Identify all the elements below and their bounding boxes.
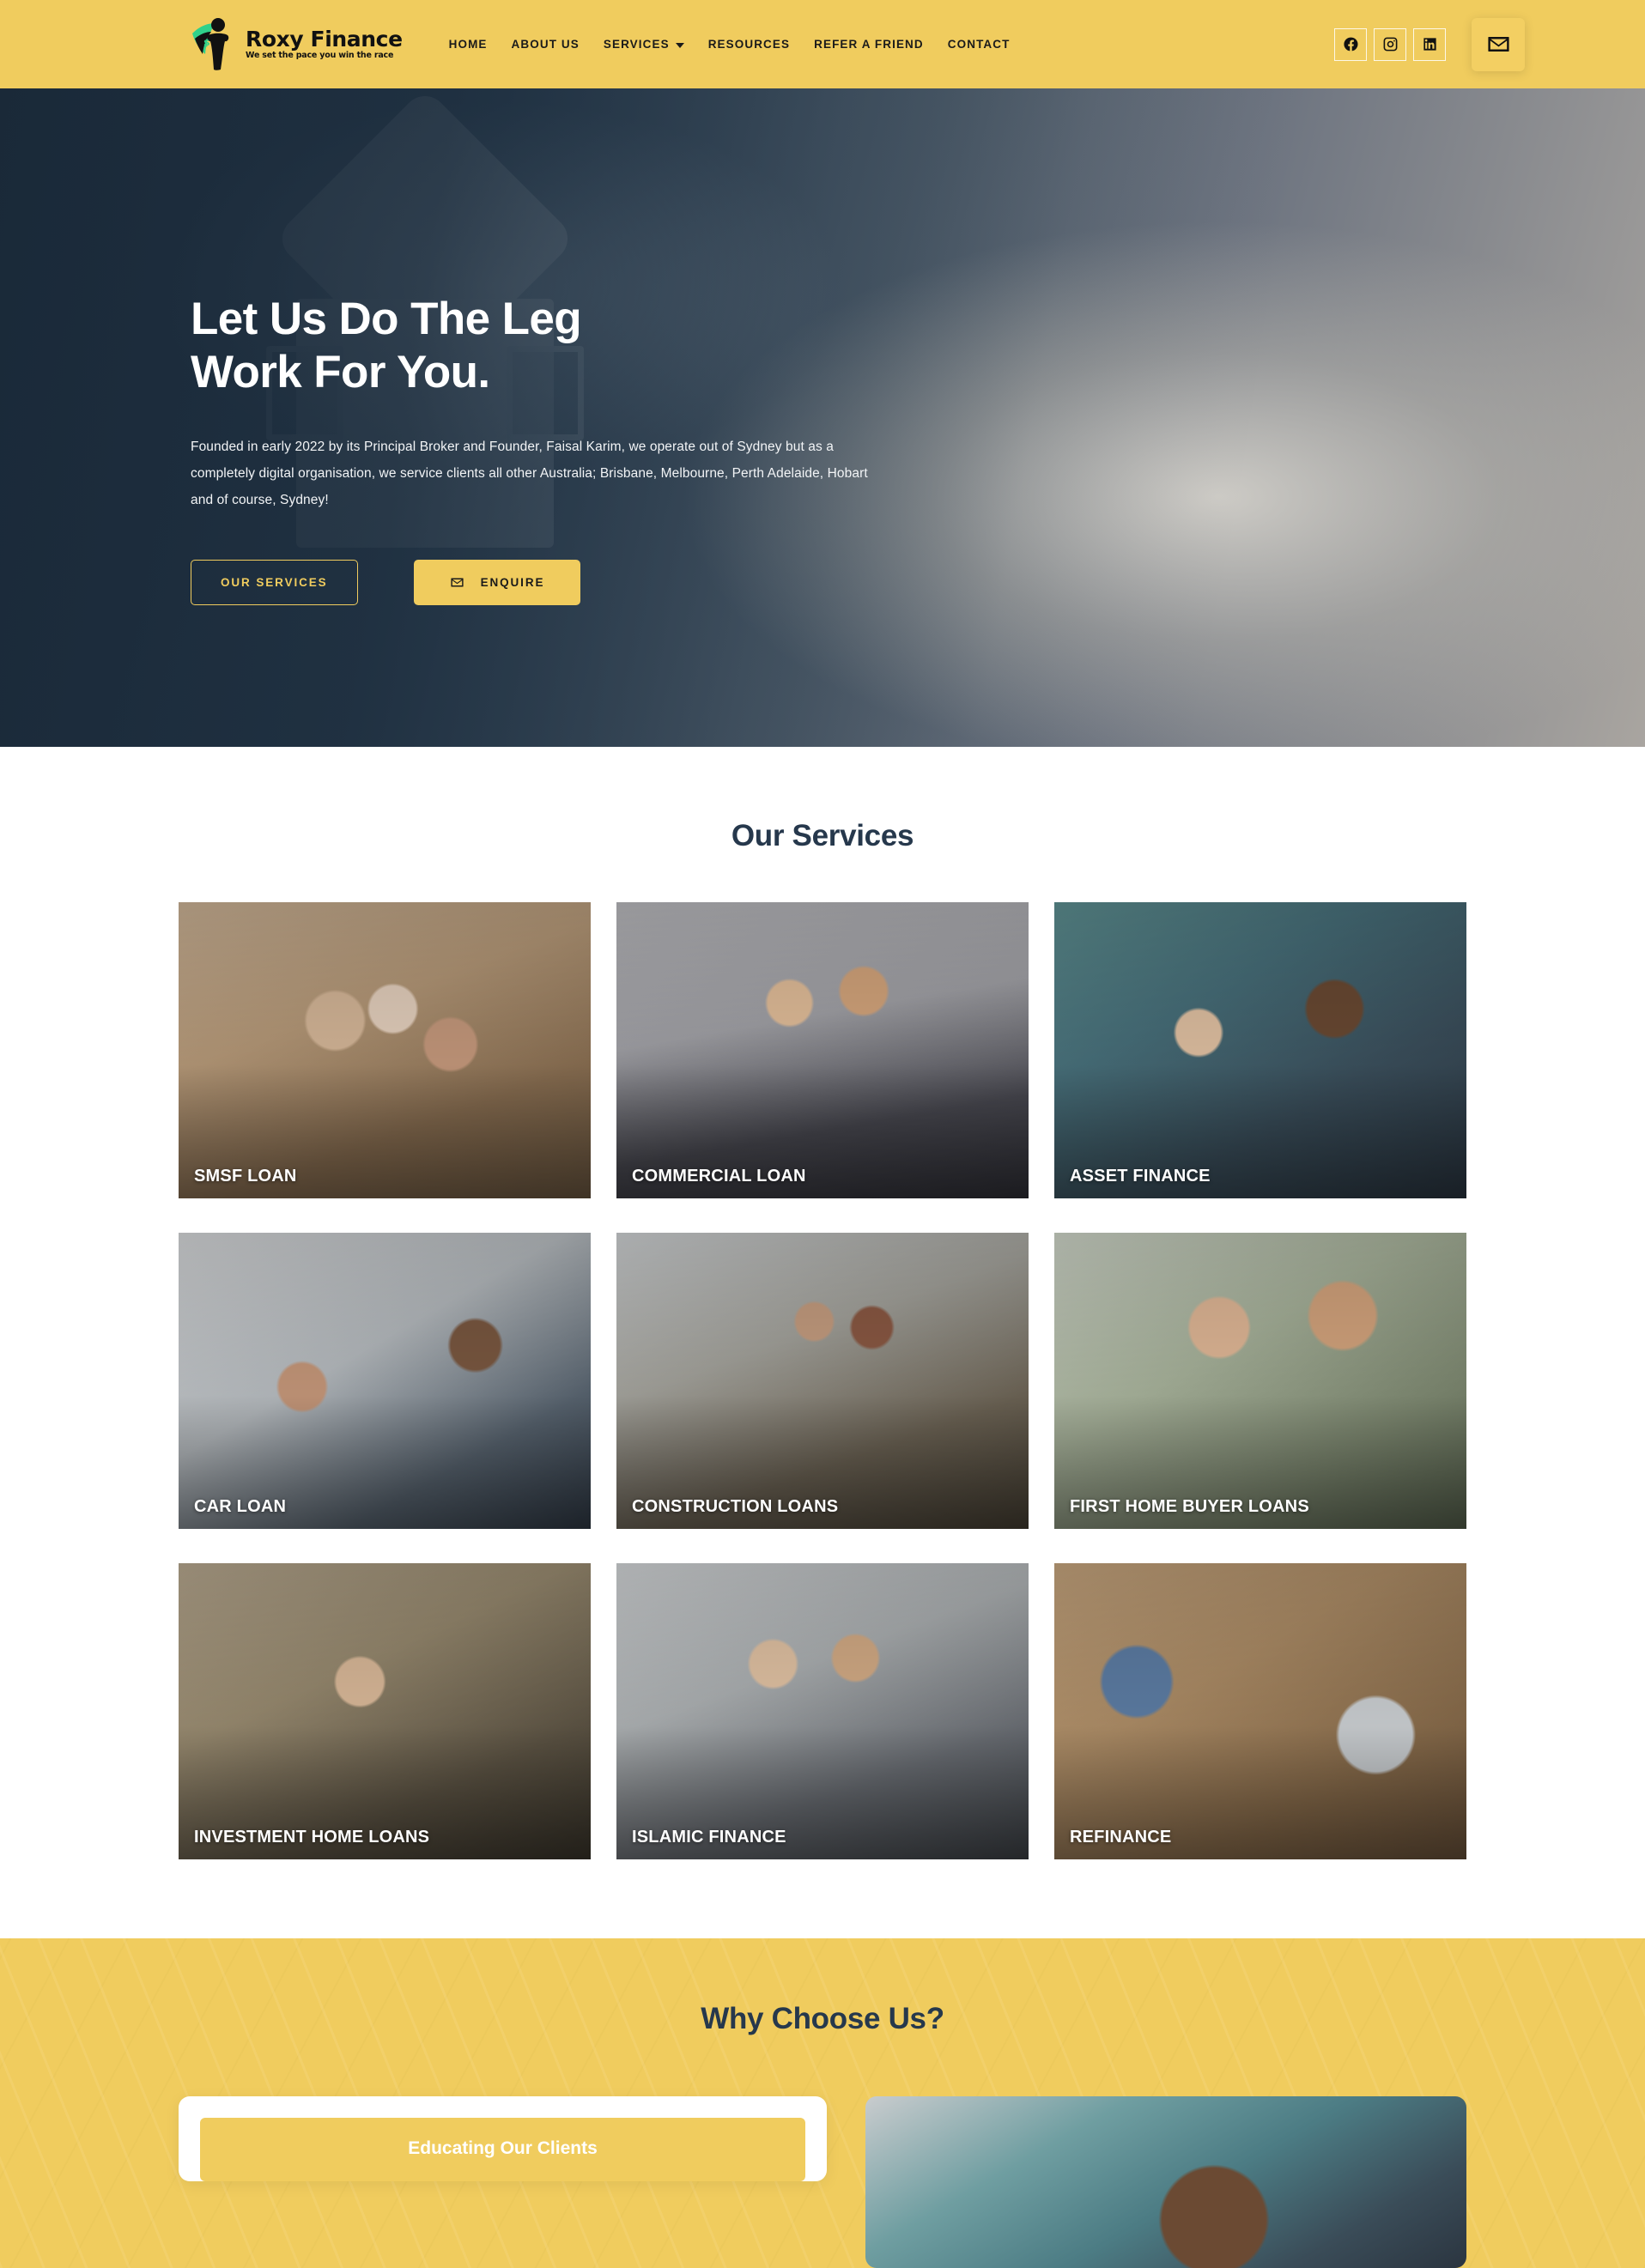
service-card-label: COMMERCIAL LOAN <box>632 1167 806 1186</box>
nav-label: CONTACT <box>947 38 1011 51</box>
why-choose-us-title: Why Choose Us? <box>701 2002 944 2035</box>
chevron-down-icon <box>675 42 684 48</box>
services-title: Our Services <box>731 819 914 852</box>
nav-label: HOME <box>448 38 488 51</box>
service-card-car-loan[interactable]: CAR LOAN <box>179 1233 591 1529</box>
hero-paragraph: Founded in early 2022 by its Principal B… <box>191 440 868 507</box>
service-card-shade <box>616 1233 1029 1529</box>
service-card-shade <box>179 902 591 1198</box>
service-card-shade <box>1054 1233 1466 1529</box>
services-section: Our Services SMSF LOAN COMMERCIAL LOAN A… <box>0 747 1645 1938</box>
why-choose-us-card[interactable]: Educating Our Clients <box>179 2096 827 2181</box>
service-card-label: CAR LOAN <box>194 1497 287 1516</box>
facebook-link[interactable] <box>1334 27 1367 61</box>
nav-label: REFER A FRIEND <box>814 38 924 51</box>
service-card-shade <box>1054 1563 1466 1859</box>
service-card-label: REFINANCE <box>1070 1828 1172 1847</box>
nav-label: SERVICES <box>603 38 670 51</box>
logo-mark-icon: $ <box>187 16 240 73</box>
service-card-asset-finance[interactable]: ASSET FINANCE <box>1054 902 1466 1198</box>
nav-item-refer-a-friend[interactable]: REFER A FRIEND <box>802 38 936 51</box>
service-card-label: ASSET FINANCE <box>1070 1167 1211 1186</box>
instagram-icon <box>1383 37 1397 52</box>
why-choose-us-grid: Educating Our Clients <box>179 2096 1466 2268</box>
linkedin-icon <box>1423 38 1436 51</box>
site-logo[interactable]: $ Roxy Finance We set the pace you win t… <box>187 16 403 73</box>
hero-title-line-2: Work For You. <box>191 347 490 397</box>
why-choose-us-image <box>865 2096 1466 2268</box>
envelope-icon <box>1487 37 1509 52</box>
email-cta-button[interactable] <box>1472 17 1525 71</box>
hero-title: Let Us Do The Leg Work For You. <box>191 293 792 399</box>
hero-section: Let Us Do The Leg Work For You. Founded … <box>0 88 1645 747</box>
envelope-icon <box>450 578 464 587</box>
service-card-first-home-buyer-loans[interactable]: FIRST HOME BUYER LOANS <box>1054 1233 1466 1529</box>
logo-tagline: We set the pace you win the race <box>246 51 394 61</box>
nav-item-resources[interactable]: RESOURCES <box>696 38 802 51</box>
nav-item-services[interactable]: SERVICES <box>592 38 696 51</box>
service-card-commercial-loan[interactable]: COMMERCIAL LOAN <box>616 902 1029 1198</box>
logo-title: Roxy Finance <box>246 27 403 52</box>
site-header: $ Roxy Finance We set the pace you win t… <box>0 0 1645 88</box>
primary-navigation: HOME ABOUT US SERVICES RESOURCES REFER A… <box>437 38 1023 51</box>
service-card-label: FIRST HOME BUYER LOANS <box>1070 1497 1309 1516</box>
linkedin-link[interactable] <box>1413 27 1446 61</box>
service-card-islamic-finance[interactable]: ISLAMIC FINANCE <box>616 1563 1029 1859</box>
service-card-shade <box>616 902 1029 1198</box>
service-card-label: INVESTMENT HOME LOANS <box>194 1828 430 1847</box>
nav-label: ABOUT US <box>511 38 580 51</box>
enquire-button[interactable]: ENQUIRE <box>413 560 581 605</box>
hero-title-line-1: Let Us Do The Leg <box>191 294 582 344</box>
service-card-label: SMSF LOAN <box>194 1167 297 1186</box>
service-card-construction-loans[interactable]: CONSTRUCTION LOANS <box>616 1233 1029 1529</box>
svg-text:$: $ <box>203 37 210 48</box>
service-card-label: ISLAMIC FINANCE <box>632 1828 786 1847</box>
service-card-shade <box>179 1563 591 1859</box>
our-services-button[interactable]: OUR SERVICES <box>191 560 358 605</box>
nav-item-contact[interactable]: CONTACT <box>936 38 1023 51</box>
service-card-label: CONSTRUCTION LOANS <box>632 1497 839 1516</box>
service-card-shade <box>1054 902 1466 1198</box>
nav-label: RESOURCES <box>707 38 791 51</box>
nav-item-about-us[interactable]: ABOUT US <box>500 38 592 51</box>
hero-cta-group: OUR SERVICES ENQUIRE <box>191 560 1645 605</box>
nav-item-home[interactable]: HOME <box>437 38 500 51</box>
service-card-shade <box>179 1233 591 1529</box>
enquire-button-label: ENQUIRE <box>480 576 545 589</box>
service-card-shade <box>616 1563 1029 1859</box>
why-choose-us-section: Why Choose Us? Educating Our Clients <box>0 1938 1645 2268</box>
services-grid: SMSF LOAN COMMERCIAL LOAN ASSET FINANCE … <box>179 902 1466 1859</box>
service-card-investment-home-loans[interactable]: INVESTMENT HOME LOANS <box>179 1563 591 1859</box>
service-card-smsf-loan[interactable]: SMSF LOAN <box>179 902 591 1198</box>
facebook-icon <box>1343 37 1357 52</box>
header-actions <box>1334 17 1525 71</box>
instagram-link[interactable] <box>1374 27 1406 61</box>
service-card-refinance[interactable]: REFINANCE <box>1054 1563 1466 1859</box>
why-card-banner-label: Educating Our Clients <box>200 2118 805 2181</box>
